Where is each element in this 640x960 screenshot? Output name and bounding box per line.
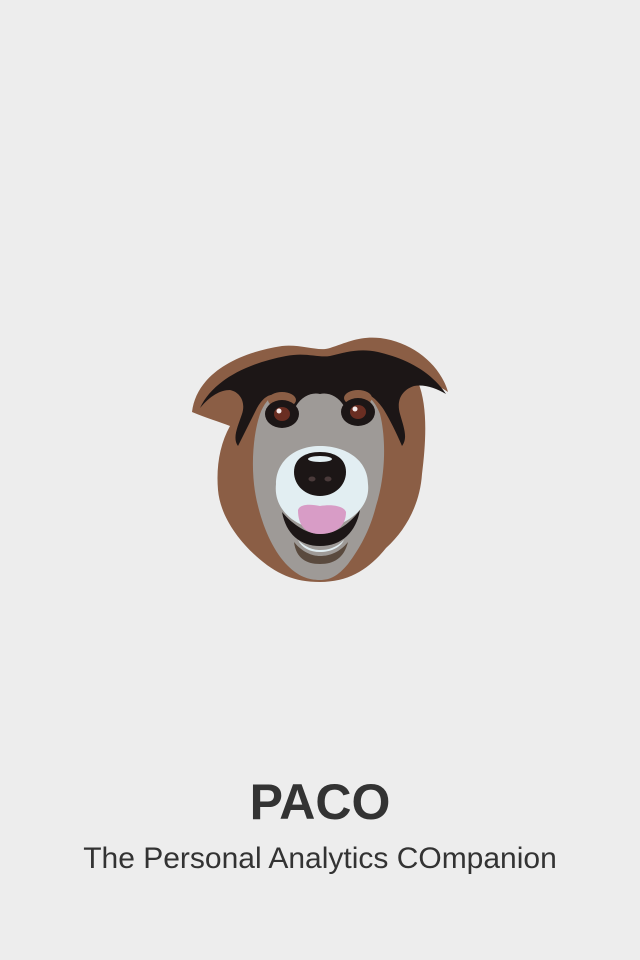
- app-title: PACO: [249, 774, 391, 830]
- app-subtitle: The Personal Analytics COmpanion: [83, 842, 557, 875]
- splash-screen: PACO The Personal Analytics COmpanion: [0, 0, 640, 960]
- dog-logo-icon: [190, 334, 450, 584]
